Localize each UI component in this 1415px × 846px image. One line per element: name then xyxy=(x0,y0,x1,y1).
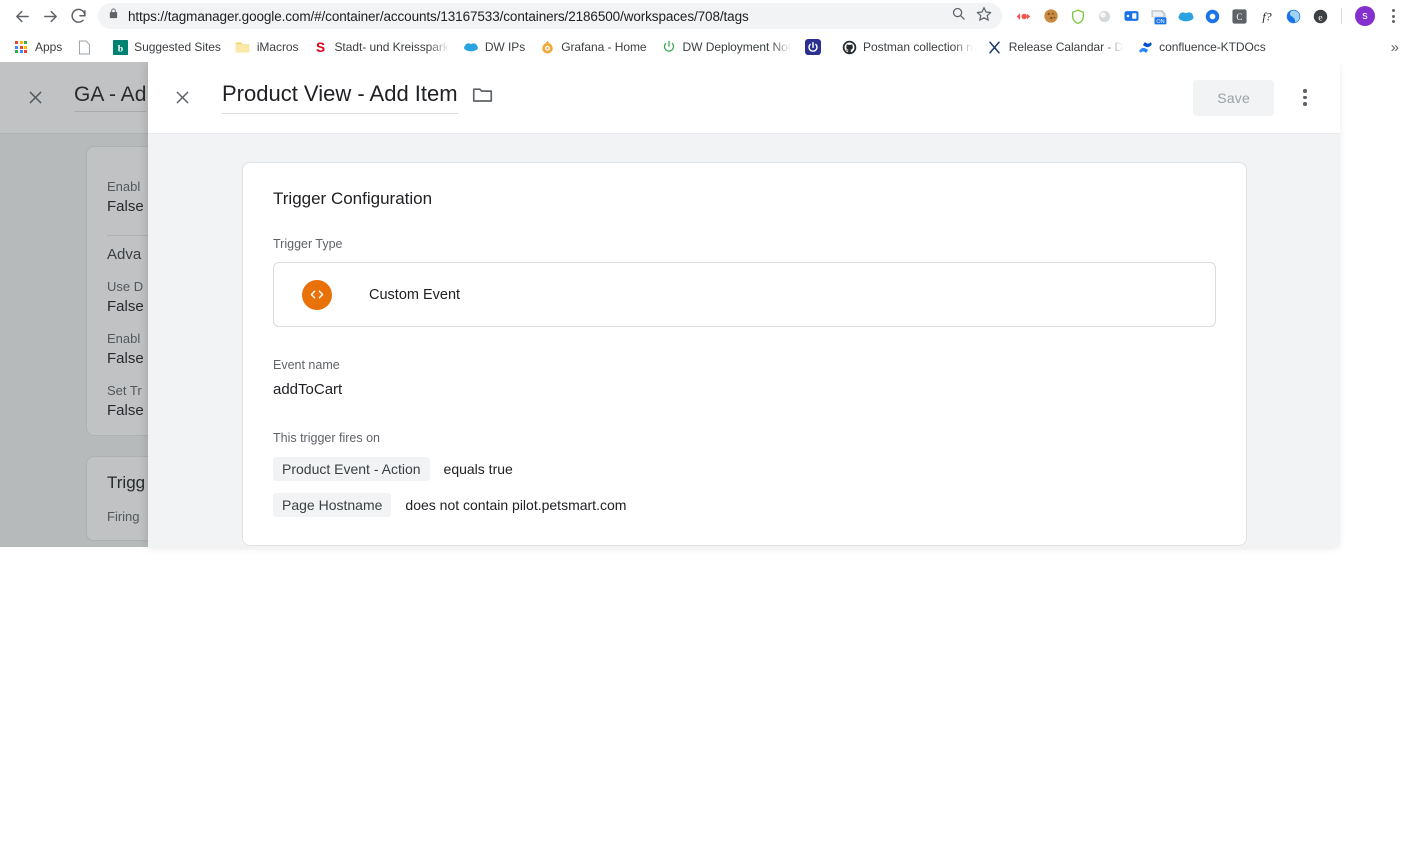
bookmark-label: Grafana - Home xyxy=(561,40,647,54)
bookmark-star-icon[interactable] xyxy=(976,6,992,27)
extension-dark-e-icon[interactable]: e xyxy=(1307,2,1334,30)
extension-green-shield-icon[interactable] xyxy=(1064,2,1091,30)
scissors-x-icon xyxy=(987,39,1003,55)
card-title: Trigger Configuration xyxy=(273,189,433,208)
condition-variable-chip: Page Hostname xyxy=(273,493,392,517)
bookmark-release-calendar[interactable]: Release Calandar - D xyxy=(980,36,1130,58)
blue-cloud-icon xyxy=(463,39,479,55)
apps-grid-icon xyxy=(13,39,29,55)
fires-on-label: This trigger fires on xyxy=(273,431,380,445)
extension-blue-ring-icon[interactable] xyxy=(1199,2,1226,30)
github-icon xyxy=(841,39,857,55)
event-name-value[interactable]: addToCart xyxy=(273,381,1216,398)
dialog-header: Product View - Add Item Save xyxy=(148,62,1340,134)
bookmark-postman-collection[interactable]: Postman collection n xyxy=(834,36,980,58)
bookmark-label: Stadt- und Kreisspark xyxy=(334,40,449,54)
confluence-icon xyxy=(1137,39,1153,55)
svg-text:S: S xyxy=(316,40,325,55)
bookmark-purple-power[interactable] xyxy=(798,36,834,58)
condition-predicate: does not contain pilot.petsmart.com xyxy=(405,497,627,513)
save-button[interactable]: Save xyxy=(1193,79,1274,116)
reload-button[interactable] xyxy=(64,2,92,30)
url-text[interactable]: https://tagmanager.google.com/#/containe… xyxy=(128,9,941,24)
more-vertical-icon[interactable] xyxy=(1288,80,1322,116)
extension-blue-cloud-icon[interactable] xyxy=(1172,2,1199,30)
lock-icon xyxy=(108,7,119,25)
purple-power-icon xyxy=(805,39,822,55)
bookmarks-overflow-button[interactable]: » xyxy=(1391,39,1409,56)
blank-page-icon xyxy=(76,39,92,55)
bookmark-blank-page[interactable] xyxy=(69,36,105,58)
forward-button[interactable] xyxy=(36,2,64,30)
browser-chrome: https://tagmanager.google.com/#/containe… xyxy=(0,0,1415,62)
close-icon[interactable] xyxy=(18,81,52,115)
bookmark-imacros[interactable]: iMacros xyxy=(228,36,306,58)
extension-blue-swirl-icon[interactable] xyxy=(1280,2,1307,30)
extension-f-question-icon[interactable]: f? xyxy=(1253,2,1280,30)
extension-c-badge-icon[interactable]: C xyxy=(1226,2,1253,30)
event-name-group: Event name addToCart xyxy=(273,358,1216,398)
close-icon[interactable] xyxy=(164,80,200,116)
svg-text:b: b xyxy=(117,43,123,54)
condition-predicate: equals true xyxy=(443,461,513,477)
svg-text:f?: f? xyxy=(1262,10,1271,24)
extensions-tray: ON C f? e s xyxy=(1010,2,1407,30)
power-icon xyxy=(661,39,677,55)
background-page-title: GA - Ad xyxy=(74,83,147,112)
folder-icon[interactable] xyxy=(472,85,493,108)
chrome-menu-icon[interactable] xyxy=(1381,2,1405,30)
back-button[interactable] xyxy=(8,2,36,30)
trigger-type-group: Trigger Type Custom Event xyxy=(273,237,1216,327)
svg-text:C: C xyxy=(1236,12,1242,22)
svg-text:ON: ON xyxy=(1156,18,1164,24)
code-brackets-icon xyxy=(302,279,332,310)
trigger-type-value: Custom Event xyxy=(369,286,461,303)
bookmark-label: Postman collection n xyxy=(863,40,973,54)
bookmark-label: Suggested Sites xyxy=(134,40,221,54)
condition-variable-chip: Product Event - Action xyxy=(273,457,430,481)
extension-grey-circle-icon[interactable] xyxy=(1091,2,1118,30)
bookmark-dw-ips[interactable]: DW IPs xyxy=(456,36,532,58)
zoom-search-icon[interactable] xyxy=(951,6,966,26)
trigger-dialog: Product View - Add Item Save Trigger Con… xyxy=(148,62,1340,547)
trigger-configuration-card: Trigger Configuration Trigger Type Custo… xyxy=(242,162,1247,546)
event-name-label: Event name xyxy=(273,358,340,372)
trigger-type-selector[interactable]: Custom Event xyxy=(273,262,1216,327)
bookmark-stadt-kreissparkasse[interactable]: S Stadt- und Kreisspark xyxy=(305,36,455,58)
bing-b-icon: b xyxy=(112,39,128,55)
page-title[interactable]: Product View - Add Item xyxy=(222,81,458,114)
bookmark-confluence-ktdocs[interactable]: confluence-KTDOcs xyxy=(1130,36,1273,58)
avatar[interactable]: s xyxy=(1355,6,1375,26)
bookmark-label: Release Calandar - D xyxy=(1008,40,1124,54)
extension-cookie-icon[interactable] xyxy=(1037,2,1064,30)
condition-row[interactable]: Page Hostname does not contain pilot.pet… xyxy=(273,493,1216,517)
bookmark-apps[interactable]: Apps xyxy=(6,36,69,58)
extension-on-toggle-icon[interactable]: ON xyxy=(1145,2,1172,30)
bookmark-grafana-home[interactable]: Grafana - Home xyxy=(532,36,653,58)
bookmarks-bar: Apps b Suggested Sites iMacros S Stadt- … xyxy=(0,32,1415,62)
bookmark-label: Apps xyxy=(35,40,63,54)
extension-blue-tag-icon[interactable] xyxy=(1118,2,1145,30)
fires-on-group: This trigger fires on Product Event - Ac… xyxy=(273,431,1216,517)
browser-toolbar: https://tagmanager.google.com/#/containe… xyxy=(0,0,1415,32)
dialog-body: Trigger Configuration Trigger Type Custo… xyxy=(148,134,1340,547)
bookmark-label: DW IPs xyxy=(484,40,526,54)
yellow-folder-icon xyxy=(235,39,251,55)
svg-text:e: e xyxy=(1318,12,1323,23)
bookmark-label: confluence-KTDOcs xyxy=(1159,40,1266,54)
bookmark-label: DW Deployment Not xyxy=(682,40,792,54)
bookmark-suggested-sites[interactable]: b Suggested Sites xyxy=(105,36,228,58)
bookmark-label: iMacros xyxy=(256,40,299,54)
condition-row[interactable]: Product Event - Action equals true xyxy=(273,457,1216,481)
trigger-type-label: Trigger Type xyxy=(273,237,343,251)
address-bar[interactable]: https://tagmanager.google.com/#/containe… xyxy=(98,3,1002,29)
extension-red-play-icon[interactable] xyxy=(1010,2,1037,30)
bookmark-dw-deployment-notes[interactable]: DW Deployment Not xyxy=(654,36,799,58)
dialog-title-group: Product View - Add Item xyxy=(222,81,1193,114)
sparkasse-s-icon: S xyxy=(312,39,328,55)
page-viewport: GA - Ad Enabl False Adva Use D False Ena… xyxy=(0,62,1415,846)
tray-divider xyxy=(1341,8,1342,24)
grafana-icon xyxy=(539,39,555,55)
